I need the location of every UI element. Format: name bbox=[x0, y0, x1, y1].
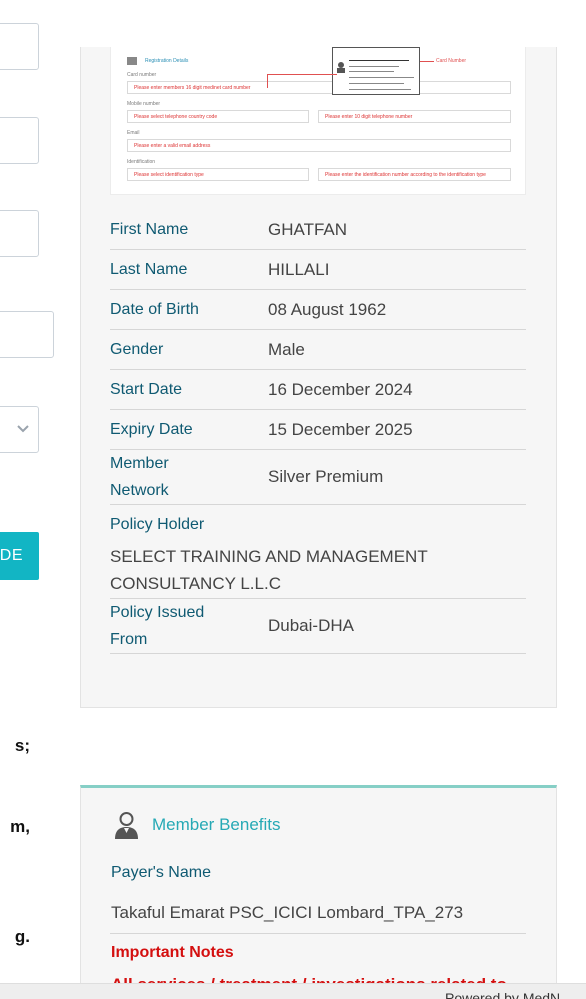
mock-field: Please enter the identification number a… bbox=[318, 168, 511, 181]
registration-icon bbox=[127, 57, 137, 65]
payer-label: Payer's Name bbox=[111, 864, 211, 881]
mock-field: Please select identification type bbox=[127, 168, 309, 181]
info-label: Last Name bbox=[110, 261, 188, 278]
info-value: GHATFAN bbox=[268, 220, 348, 239]
info-row-date-of-birth: Date of Birth 08 August 1962 bbox=[110, 290, 526, 330]
card-photo-icon bbox=[337, 62, 345, 73]
info-value: HILLALI bbox=[268, 260, 330, 279]
info-value: 16 December 2024 bbox=[268, 380, 413, 399]
footer-bar: Powered by MedN bbox=[0, 983, 586, 999]
powered-by-text: Powered by MedN bbox=[445, 990, 561, 999]
mock-label: Email bbox=[127, 130, 140, 136]
info-value: Silver Premium bbox=[268, 467, 384, 486]
info-label: Date of Birth bbox=[110, 301, 199, 318]
left-text: g. bbox=[14, 927, 30, 946]
info-row-policy-holder: Policy Holder SELECT TRAINING AND MANAGE… bbox=[110, 505, 526, 599]
info-label: Start Date bbox=[110, 381, 183, 398]
mock-annotation: Card Number bbox=[436, 58, 467, 64]
info-row-expiry-date: Expiry Date 15 December 2025 bbox=[110, 410, 526, 450]
form-field[interactable] bbox=[0, 210, 39, 257]
info-label: Policy Issued From bbox=[110, 604, 205, 648]
chevron-down-icon bbox=[17, 425, 29, 433]
form-select[interactable] bbox=[0, 406, 39, 453]
annotation-arrow bbox=[267, 74, 268, 88]
annotation-arrow bbox=[420, 61, 434, 62]
info-row-member-network: Member Network Silver Premium bbox=[110, 450, 526, 505]
left-text: s; bbox=[14, 736, 30, 755]
mock-label: Identification bbox=[127, 159, 156, 165]
mock-field: Please enter 10 digit telephone number bbox=[318, 110, 511, 123]
info-label: Gender bbox=[110, 341, 164, 358]
left-text: m, bbox=[10, 817, 30, 836]
mock-field: Please enter a valid email address bbox=[127, 139, 511, 152]
form-field[interactable] bbox=[0, 23, 39, 70]
benefits-title: Member Benefits bbox=[152, 815, 281, 834]
info-value: Male bbox=[268, 340, 305, 359]
mock-field: Please enter members 16 digit medinet ca… bbox=[127, 81, 511, 94]
info-row-first-name: First Name GHATFAN bbox=[110, 210, 526, 250]
info-value: SELECT TRAINING AND MANAGEMENT CONSULTAN… bbox=[110, 547, 428, 593]
form-field[interactable] bbox=[0, 117, 39, 164]
info-label: Expiry Date bbox=[110, 421, 193, 438]
info-value: Dubai-DHA bbox=[268, 616, 354, 635]
info-value: 08 August 1962 bbox=[268, 300, 387, 319]
info-label: Policy Holder bbox=[110, 516, 205, 533]
info-value: 15 December 2025 bbox=[268, 420, 413, 439]
page: DE s; m, g. Registration Details Card nu… bbox=[0, 0, 586, 999]
registration-instructions-image: Registration Details Card number Please … bbox=[110, 47, 526, 195]
divider bbox=[110, 933, 526, 934]
mock-section-title: Registration Details bbox=[145, 58, 189, 64]
info-row-policy-issued-from: Policy Issued From Dubai-DHA bbox=[110, 599, 526, 654]
user-icon bbox=[115, 812, 138, 839]
info-row-last-name: Last Name HILLALI bbox=[110, 250, 526, 290]
important-notes-title: Important Notes bbox=[111, 944, 234, 961]
payer-value: Takaful Emarat PSC_ICICI Lombard_TPA_273 bbox=[111, 903, 464, 922]
info-label: First Name bbox=[110, 221, 189, 238]
form-field[interactable] bbox=[0, 311, 54, 358]
mock-field: Please select telephone country code bbox=[127, 110, 309, 123]
info-label: Member Network bbox=[110, 455, 169, 499]
mock-label: Card number bbox=[127, 72, 157, 78]
info-row-gender: Gender Male bbox=[110, 330, 526, 370]
submit-button[interactable]: DE bbox=[0, 532, 39, 580]
insurance-card-illustration bbox=[332, 47, 420, 95]
annotation-arrow bbox=[267, 74, 337, 75]
mock-label: Mobile number bbox=[127, 101, 161, 107]
info-row-start-date: Start Date 16 December 2024 bbox=[110, 370, 526, 410]
